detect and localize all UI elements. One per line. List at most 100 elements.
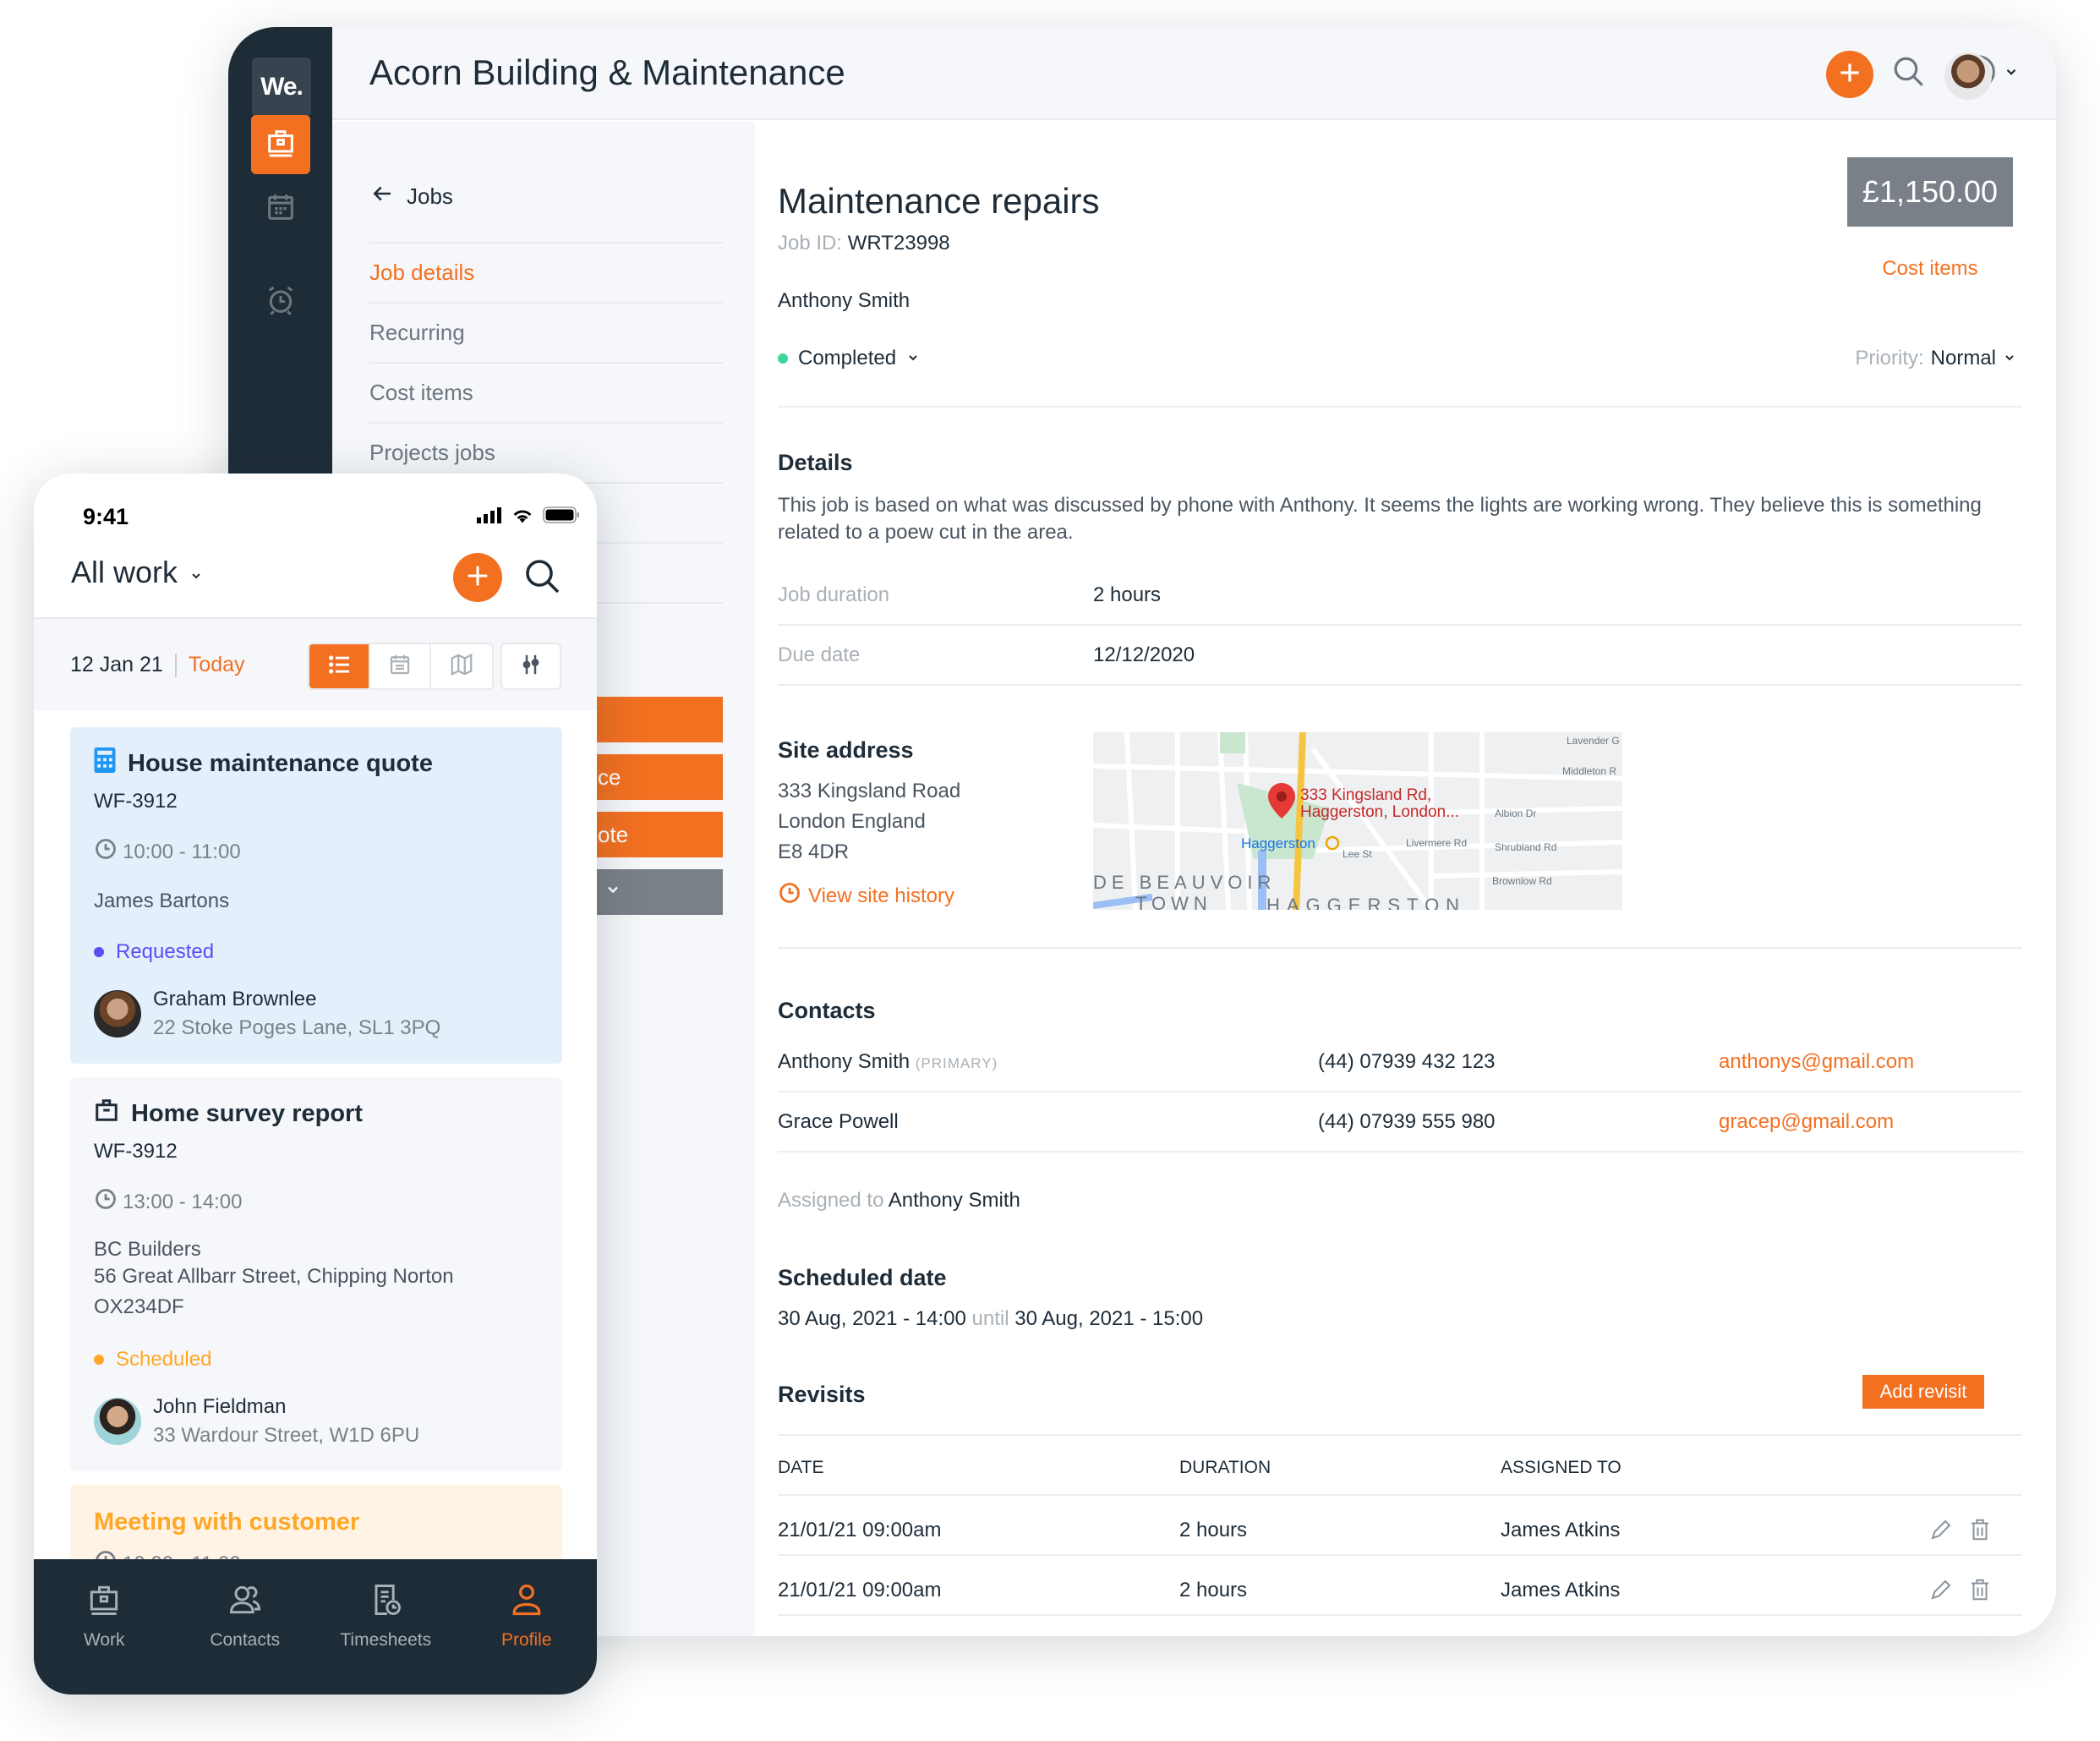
search-button[interactable] [1888, 52, 1930, 95]
card-time: 13:00 - 14:00 [123, 1190, 243, 1213]
calculator-icon [94, 747, 116, 780]
column-header-duration: DURATION [1179, 1458, 1271, 1477]
sidebar-item-reminders[interactable] [251, 272, 310, 331]
action-button-label: ce [598, 764, 621, 790]
card-client: James Bartons [94, 890, 230, 912]
divider [778, 1614, 2022, 1616]
briefcase-icon [264, 126, 298, 164]
calendar-view-button[interactable] [370, 644, 431, 688]
add-revisit-button[interactable]: Add revisit [1862, 1375, 1984, 1409]
trash-icon[interactable] [1967, 1577, 1993, 1607]
revisit-assigned: James Atkins [1501, 1519, 1621, 1541]
assigned-to: Assigned to Anthony Smith [778, 1189, 1020, 1213]
revisit-duration: 2 hours [1179, 1579, 1248, 1601]
status-bar-icons [477, 506, 580, 528]
chevron-down-icon[interactable] [2004, 64, 2019, 84]
card-title: Home survey report [131, 1099, 363, 1127]
view-mode-switch [308, 643, 494, 690]
chevron-down-icon [189, 555, 203, 590]
clock-icon [94, 1187, 118, 1217]
card-time: 10:00 - 11:00 [123, 840, 241, 863]
site-map[interactable]: 333 Kingsland Rd, Haggerston, London... … [1093, 732, 1622, 910]
until-label: until [971, 1307, 1009, 1330]
sidebar-item-calendar[interactable] [251, 179, 310, 238]
tab-label: Contacts [210, 1630, 281, 1650]
tab-profile[interactable]: Profile [457, 1559, 598, 1694]
user-avatar[interactable] [1944, 52, 1992, 100]
app-logo[interactable]: We. [252, 57, 311, 117]
card-status: Scheduled [116, 1348, 212, 1371]
nav-item-recurring[interactable]: Recurring [369, 302, 723, 362]
map-pin-label: Haggerston, London... [1300, 803, 1459, 821]
tab-work[interactable]: Work [34, 1559, 175, 1694]
map-area-label: DE BEAUVOIR [1093, 872, 1276, 893]
tab-contacts[interactable]: Contacts [175, 1559, 316, 1694]
tab-label: Profile [500, 1630, 552, 1650]
edit-icon[interactable] [1928, 1577, 1954, 1607]
today-button[interactable]: Today [189, 653, 245, 677]
priority-dropdown[interactable]: Priority: Normal [1855, 347, 2016, 370]
scheduled-range: 30 Aug, 2021 - 14:00 until 30 Aug, 2021 … [778, 1307, 1203, 1331]
view-site-history-link[interactable]: View site history [778, 881, 954, 911]
top-header: Acorn Building & Maintenance [332, 27, 2056, 120]
signal-icon [477, 506, 502, 528]
nav-item-job-details[interactable]: Job details [369, 242, 723, 302]
job-price: £1,150.00 [1847, 157, 2013, 227]
divider [778, 947, 2022, 949]
add-work-button[interactable] [453, 553, 502, 602]
list-icon [325, 651, 353, 682]
trash-icon[interactable] [1967, 1517, 1993, 1547]
map-street-label: Brownlow Rd [1492, 875, 1552, 887]
contact-email[interactable]: gracep@gmail.com [1719, 1110, 1894, 1134]
map-street-label: Albion Dr [1495, 808, 1536, 819]
map-pin-label: 333 Kingsland Rd, [1300, 786, 1431, 804]
battery-icon [543, 506, 580, 528]
priority-label: Priority: [1855, 347, 1924, 370]
map-view-button[interactable] [431, 644, 492, 688]
chevron-down-icon [2003, 347, 2016, 370]
map-station-label: Haggerston [1241, 835, 1315, 851]
back-to-jobs-link[interactable]: Jobs [369, 181, 453, 212]
status-label: Completed [798, 347, 897, 370]
person-address: 33 Wardour Street, W1D 6PU [153, 1424, 420, 1447]
list-view-button[interactable] [309, 644, 370, 688]
wifi-icon [511, 506, 534, 528]
current-date: 12 Jan 21 [70, 653, 163, 676]
contact-email[interactable]: anthonys@gmail.com [1719, 1050, 1914, 1074]
status-dropdown[interactable]: Completed [778, 347, 920, 370]
work-card[interactable]: House maintenance quote WF-3912 10:00 - … [70, 727, 562, 1064]
card-title: Meeting with customer [94, 1508, 360, 1536]
divider [778, 1091, 2022, 1092]
clock-icon [94, 837, 118, 867]
work-card[interactable]: Home survey report WF-3912 13:00 - 14:00… [70, 1077, 562, 1471]
revisits-heading: Revisits [778, 1382, 866, 1407]
company-title: Acorn Building & Maintenance [369, 52, 845, 92]
bottom-tab-bar: Work Contacts Timesheets Profile [34, 1559, 597, 1694]
revisit-date: 21/01/21 09:00am [778, 1579, 942, 1601]
mobile-app: 9:41 All work 12 Jan 21 Today House main… [34, 474, 597, 1694]
job-id-value: WRT23998 [847, 232, 950, 255]
field-value: 2 hours [1093, 583, 1162, 606]
filter-button[interactable] [500, 643, 561, 690]
map-icon [449, 652, 474, 682]
back-label: Jobs [407, 183, 453, 209]
job-id: Job ID: WRT23998 [778, 232, 950, 255]
work-filter-dropdown[interactable]: All work [71, 555, 203, 590]
primary-tag: (PRIMARY) [915, 1055, 998, 1071]
contact-phone[interactable]: (44) 07939 555 980 [1318, 1110, 1496, 1134]
tab-timesheets[interactable]: Timesheets [315, 1559, 457, 1694]
calendar-icon [264, 190, 298, 228]
field-label: Job duration [778, 583, 890, 606]
cost-items-link[interactable]: Cost items [1847, 257, 2013, 281]
divider [778, 406, 2022, 408]
scheduled-end: 30 Aug, 2021 - 15:00 [1014, 1307, 1204, 1330]
add-button[interactable] [1826, 51, 1873, 98]
calendar-icon [387, 652, 413, 682]
sidebar-item-jobs[interactable] [251, 115, 310, 174]
contacts-heading: Contacts [778, 998, 876, 1023]
search-button[interactable] [522, 556, 563, 601]
contact-phone[interactable]: (44) 07939 432 123 [1318, 1050, 1496, 1074]
search-icon [522, 560, 563, 600]
nav-item-cost-items[interactable]: Cost items [369, 362, 723, 422]
edit-icon[interactable] [1928, 1517, 1954, 1547]
